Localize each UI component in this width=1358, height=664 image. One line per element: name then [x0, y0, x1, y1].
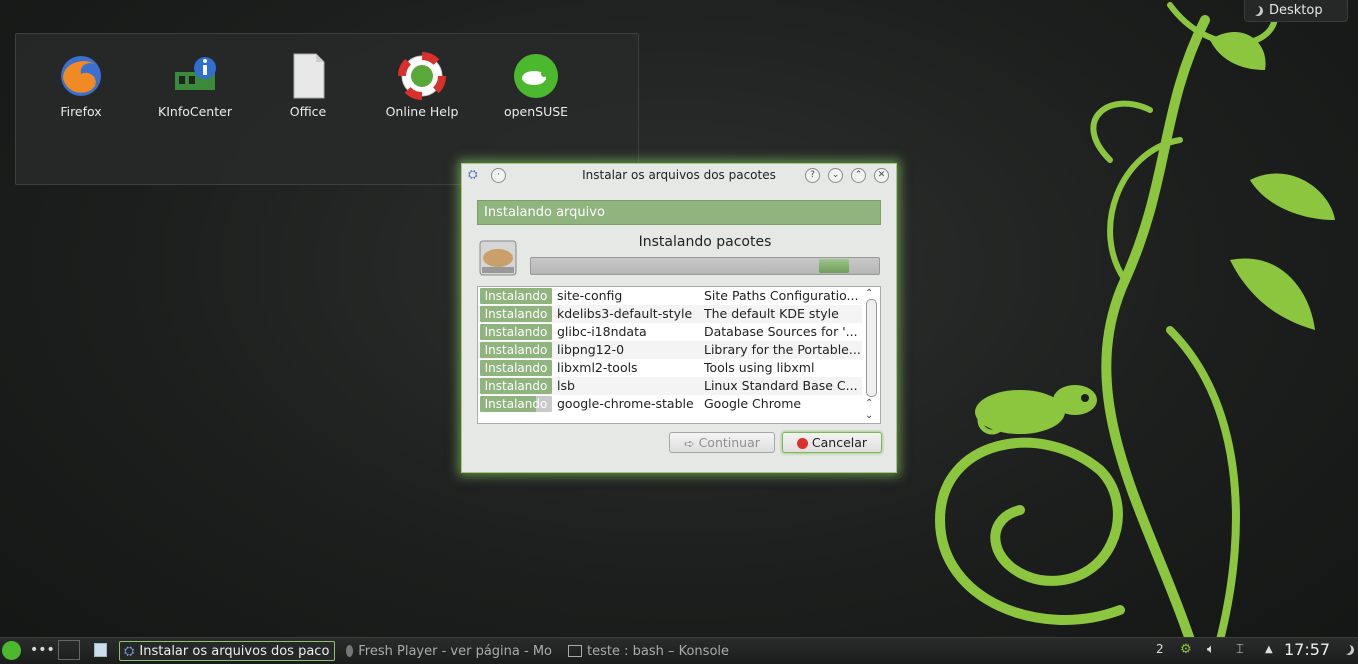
firefox-icon: [57, 52, 105, 100]
install-packages-dialog: ⛭ · Instalar os arquivos dos pacotes ? ⌄…: [461, 163, 897, 473]
task-konsole[interactable]: teste : bash – Konsole: [564, 641, 764, 661]
desktop-icon-label: Office: [289, 104, 327, 119]
lifebuoy-icon: [398, 52, 446, 100]
harddisk-icon: [479, 239, 517, 277]
package-description: Site Paths Configuratio...: [704, 288, 859, 303]
activities-icon[interactable]: •••: [30, 642, 55, 658]
document-icon: [284, 52, 332, 100]
desktop-toolbox[interactable]: Desktop: [1244, 0, 1348, 22]
cancel-icon: [796, 438, 808, 449]
task-fresh-player[interactable]: Fresh Player - ver página - Mo: [342, 641, 552, 661]
kinfocenter-icon: [171, 52, 219, 100]
desktop-icon-label: Firefox: [60, 104, 102, 119]
continue-button[interactable]: ➪ Continuar: [669, 432, 775, 453]
dialog-titlebar[interactable]: ⛭ · Instalar os arquivos dos pacotes ? ⌄…: [462, 164, 896, 186]
package-status-badge: Instalando: [480, 288, 552, 304]
task-label: teste : bash – Konsole: [587, 643, 730, 659]
desktop-icon-opensuse[interactable]: openSUSE: [486, 52, 586, 119]
clock[interactable]: 17:57: [1284, 640, 1330, 659]
package-status-badge: Instalando: [480, 306, 552, 322]
installing-heading: Instalando pacotes: [638, 234, 772, 250]
close-button[interactable]: ✕: [874, 168, 889, 183]
task-label: Instalar os arquivos dos paco: [139, 643, 330, 659]
minimize-button[interactable]: ⌄: [828, 168, 843, 183]
scroll-up-arrow-lower[interactable]: ⌃: [865, 399, 873, 409]
package-name: site-config: [557, 288, 623, 303]
continue-label: Continuar: [698, 435, 760, 450]
package-name: libpng12-0: [557, 342, 625, 357]
show-desktop-icon[interactable]: [94, 643, 107, 657]
package-row[interactable]: Instalando glibc-i18ndata Database Sources…: [478, 323, 880, 341]
package-row[interactable]: Instalando libpng12-0 Library for the Port…: [478, 341, 880, 359]
package-name: glibc-i18ndata: [557, 324, 647, 339]
package-description: The default KDE style: [704, 306, 839, 321]
browser-task-icon: [346, 645, 354, 657]
package-name: kdelibs3-default-style: [557, 306, 693, 321]
scrollbar-thumb[interactable]: [866, 299, 877, 397]
package-name: lsb: [557, 378, 575, 393]
desktop-icon-label: Online Help: [385, 104, 459, 119]
wallpaper-swirl: [934, 2, 1335, 640]
maximize-button[interactable]: ⌃: [851, 168, 866, 183]
package-list-scrollbar[interactable]: ⌃ ⌃ ⌄: [862, 287, 880, 423]
package-description: Linux Standard Base C...: [704, 378, 858, 393]
application-launcher-icon[interactable]: [2, 641, 21, 660]
updater-gear-icon[interactable]: ⚙: [1180, 642, 1192, 657]
plasma-toolbox-icon: [1252, 4, 1265, 17]
scroll-up-arrow[interactable]: ⌃: [865, 289, 873, 299]
desktop-icon-online-help[interactable]: Online Help: [372, 52, 472, 119]
package-status-badge: Instalando: [480, 342, 552, 358]
forward-arrow-icon: ➪: [684, 435, 695, 451]
package-status-badge: Instalando: [480, 360, 552, 376]
install-progress-fill: [819, 259, 849, 273]
desktop-icon-kinfocenter[interactable]: KInfoCenter: [145, 52, 245, 119]
install-progress-bar: [530, 257, 880, 275]
package-row[interactable]: Instalando site-config Site Paths Configur…: [478, 287, 880, 305]
taskbar: ••• ⛭ Instalar os arquivos dos paco Fres…: [0, 637, 1358, 664]
help-button[interactable]: ?: [805, 168, 820, 183]
terminal-task-icon: [568, 645, 582, 657]
desktop-icon-label: openSUSE: [503, 104, 569, 119]
cancel-label: Cancelar: [811, 435, 868, 450]
desktop-count[interactable]: 2: [1156, 642, 1164, 656]
tray-expand-arrow-icon[interactable]: ▲: [1265, 644, 1273, 655]
cancel-button[interactable]: Cancelar: [782, 432, 882, 453]
package-description: Tools using libxml: [704, 360, 815, 375]
package-description: Library for the Portable...: [704, 342, 861, 357]
package-status-badge: Instalando: [480, 378, 552, 394]
task-install-packages[interactable]: ⛭ Instalar os arquivos dos paco: [119, 641, 335, 661]
package-list[interactable]: Instalando site-config Site Paths Configur…: [477, 286, 881, 424]
panel-toolbox-icon[interactable]: [1343, 644, 1356, 657]
package-row[interactable]: Instalando libxml2-tools Tools using libxm…: [478, 359, 880, 377]
package-installer-task-icon: ⛭: [124, 643, 135, 659]
opensuse-icon: [512, 52, 560, 100]
package-description: Database Sources for '...: [704, 324, 858, 339]
desktop-toolbox-label: Desktop: [1269, 3, 1323, 18]
package-row[interactable]: Instalando kdelibs3-default-style The defa…: [478, 305, 880, 323]
package-name: libxml2-tools: [557, 360, 638, 375]
package-description: Google Chrome: [704, 396, 802, 411]
package-name: google-chrome-stable: [557, 396, 694, 411]
pager-icon[interactable]: [58, 640, 80, 660]
desktop-icon-firefox[interactable]: Firefox: [31, 52, 131, 119]
volume-icon[interactable]: 🔈︎: [1207, 642, 1215, 657]
task-label: Fresh Player - ver página - Mo: [358, 643, 552, 659]
desktop-icon-label: KInfoCenter: [158, 104, 232, 119]
package-row[interactable]: Instalando google-chrome-stable Google Chr…: [478, 395, 880, 413]
desktop-icon-office[interactable]: Office: [258, 52, 358, 119]
package-status-badge: Instalando: [480, 396, 552, 412]
install-status-bar: Instalando arquivo: [477, 200, 881, 225]
package-status-badge: Instalando: [480, 324, 552, 340]
package-row[interactable]: Instalando lsb Linux Standard Base C...: [478, 377, 880, 395]
scroll-down-arrow[interactable]: ⌄: [865, 411, 873, 421]
network-icon[interactable]: ⌶: [1236, 642, 1244, 657]
